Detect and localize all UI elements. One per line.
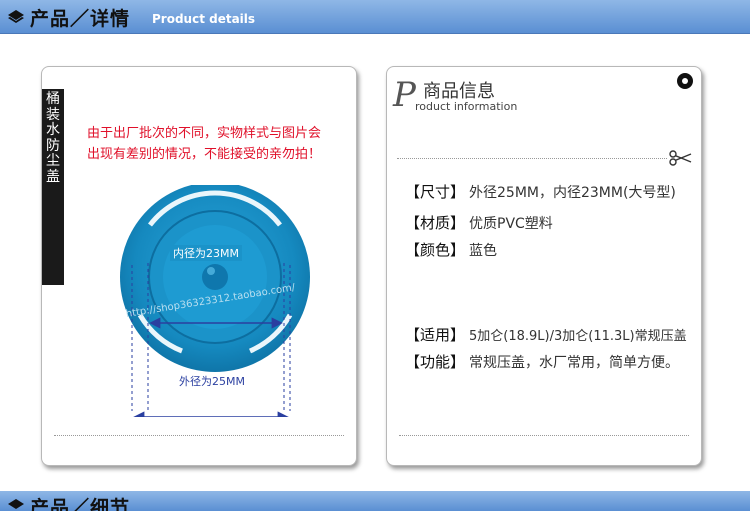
product-name-tab: 桶装水防尘盖: [42, 89, 64, 285]
section-header: 产品／详情 Product details: [0, 0, 750, 34]
section-subtitle: Product details: [152, 12, 256, 26]
stack-icon: [8, 499, 24, 509]
cut-line: [397, 158, 667, 159]
product-image-card: 桶装水防尘盖 由于出厂批次的不同，实物样式与图片会 出现有差别的情况，不能接受的…: [41, 66, 357, 466]
outer-diameter-label: 外径为25MM: [176, 373, 248, 389]
scissors-icon: [669, 150, 692, 166]
title-initial: P: [393, 75, 416, 115]
spec-size: 【尺寸】 外径25MM，内径23MM(大号型): [405, 183, 676, 201]
spec-usage: 【适用】 5加仑(18.9L)/3加仑(11.3L)常规压盖: [405, 326, 687, 344]
spec-material: 【材质】 优质PVC塑料: [405, 214, 553, 232]
info-subtitle: roduct information: [415, 100, 518, 113]
notice-line-2: 出现有差别的情况，不能接受的亲勿拍！: [87, 147, 322, 162]
stack-icon: [8, 10, 24, 23]
next-section-title: 产品／细节: [30, 497, 131, 511]
product-name-label: 桶装水防尘盖: [46, 91, 60, 185]
divider: [399, 435, 689, 436]
next-section-header: 产品／细节: [0, 491, 750, 511]
notice-text: 由于出厂批次的不同，实物样式与图片会 出现有差别的情况，不能接受的亲勿拍！: [87, 123, 347, 165]
hang-tag-icon: [677, 73, 693, 89]
section-title: 产品／详情: [30, 8, 131, 30]
divider: [54, 435, 344, 436]
inner-diameter-label: 内径为23MM: [170, 245, 242, 261]
spec-function: 【功能】 常规压盖，水厂常用，简单方便。: [405, 353, 680, 371]
spec-color: 【颜色】 蓝色: [405, 241, 498, 259]
product-info-card: P 商品信息 roduct information 【尺寸】 外径25MM，内径2…: [386, 66, 702, 466]
notice-line-1: 由于出厂批次的不同，实物样式与图片会: [87, 126, 322, 141]
